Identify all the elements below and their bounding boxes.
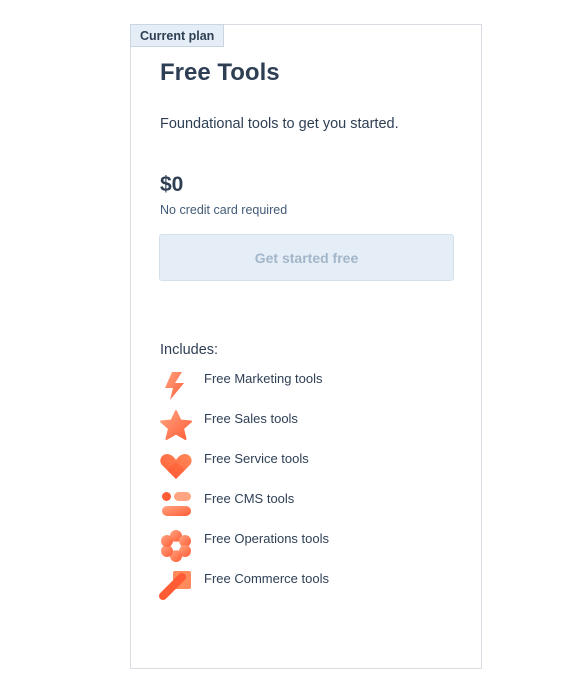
feature-item-commerce: Free Commerce tools (158, 568, 458, 608)
feature-list: Free Marketing tools Free Sales tools Fr… (158, 368, 458, 608)
sales-icon (160, 410, 192, 440)
marketing-icon (165, 372, 184, 400)
plan-price: $0 (160, 173, 184, 196)
feature-label: Free Operations tools (204, 531, 330, 546)
feature-label: Free CMS tools (204, 491, 295, 506)
feature-item-operations: Free Operations tools (158, 528, 458, 568)
price-note: No credit card required (160, 203, 288, 217)
current-plan-badge: Current plan (130, 24, 225, 47)
plan-title: Free Tools (160, 59, 280, 86)
feature-label: Free Commerce tools (204, 571, 329, 586)
plan-description: Foundational tools to get you started. (160, 116, 399, 132)
pricing-card: Current plan Free Tools Foundational too… (130, 24, 482, 669)
feature-item-marketing: Free Marketing tools (158, 368, 458, 408)
operations-icon (161, 530, 191, 562)
includes-heading: Includes: (160, 342, 219, 358)
feature-item-cms: Free CMS tools (158, 488, 458, 528)
feature-item-sales: Free Sales tools (158, 408, 458, 448)
feature-label: Free Service tools (204, 451, 309, 466)
feature-label: Free Sales tools (204, 411, 298, 426)
service-icon (160, 454, 192, 479)
commerce-icon (159, 571, 191, 600)
feature-item-service: Free Service tools (158, 448, 458, 488)
get-started-button[interactable]: Get started free (159, 234, 454, 281)
cms-icon (162, 492, 191, 516)
feature-label: Free Marketing tools (204, 371, 323, 386)
